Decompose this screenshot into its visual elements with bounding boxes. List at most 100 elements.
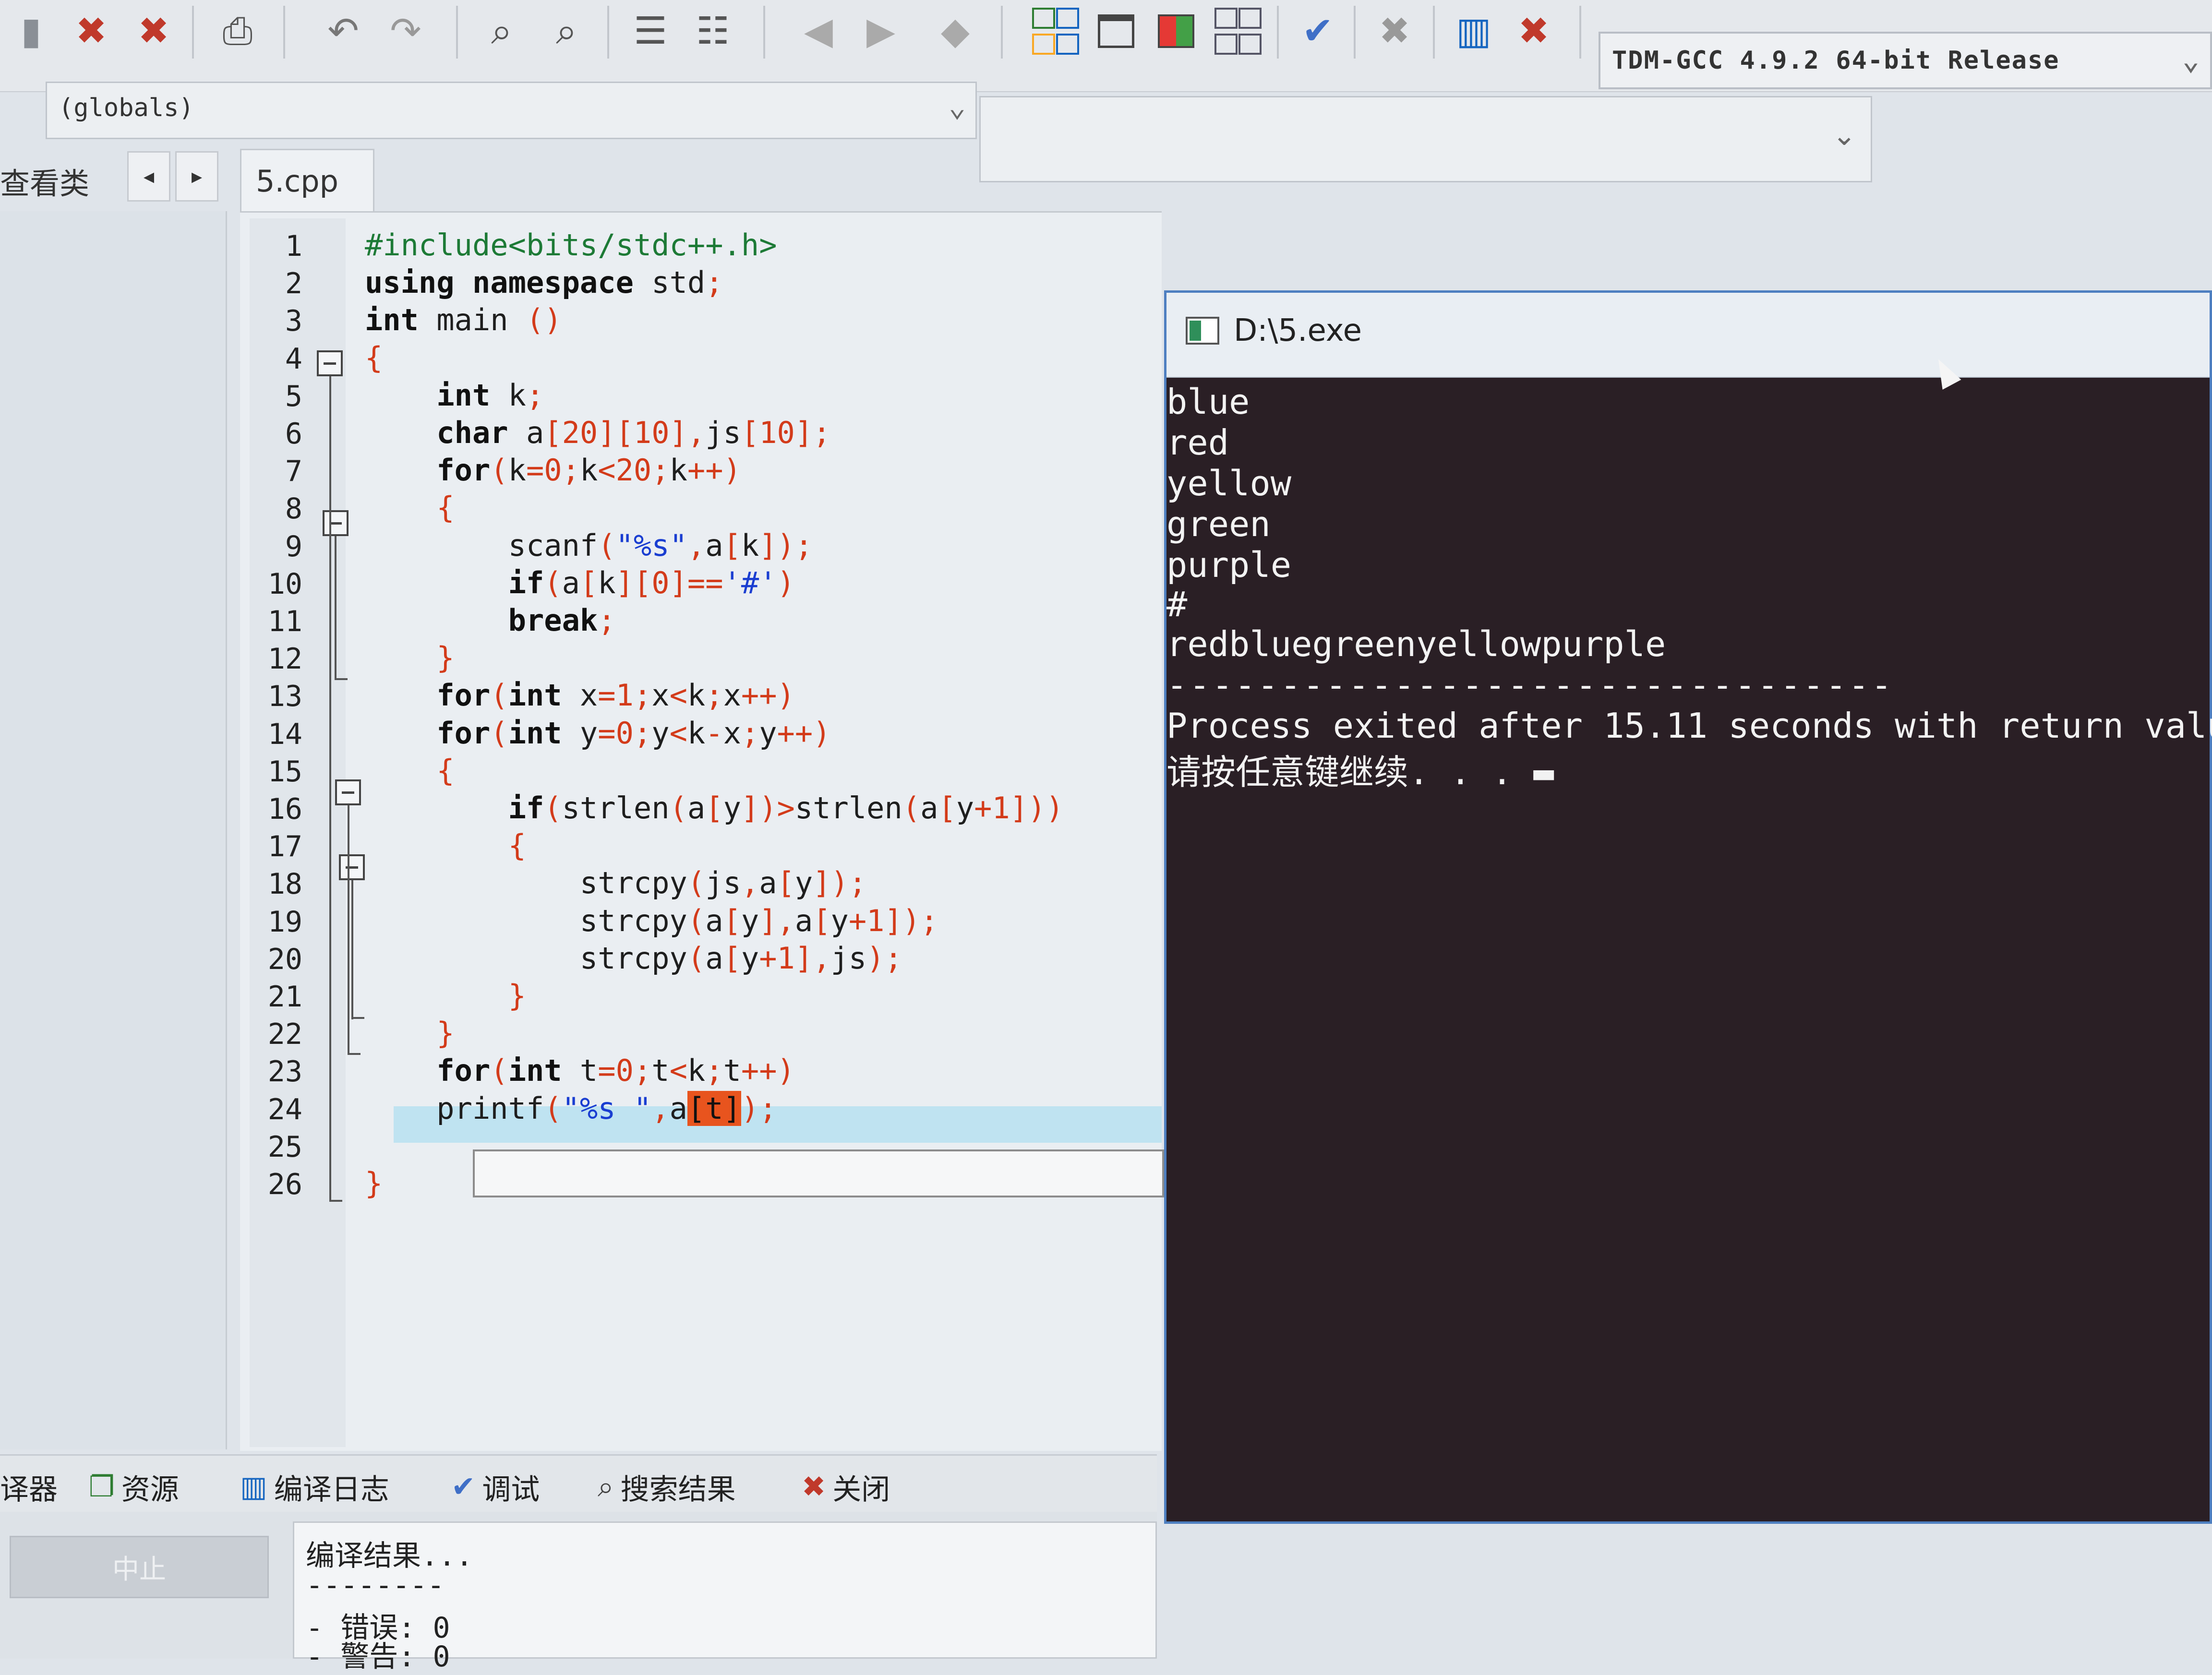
bottom-tab-label: 搜索结果: [620, 1472, 736, 1507]
console-line: green: [1166, 504, 1271, 544]
tab-compile-log[interactable]: ▥ 编译日志: [240, 1465, 389, 1508]
fold-guide-end: [353, 1017, 364, 1019]
fold-guide: [329, 376, 331, 1202]
fold-toggle-line-8[interactable]: [323, 510, 349, 536]
compile-log: 编译结果... -------- - 错误: 0 - 警告: 0: [293, 1521, 1157, 1674]
chart-icon[interactable]: ▥: [1447, 5, 1500, 58]
line-number: 16: [267, 792, 302, 826]
undo-icon[interactable]: ↶: [317, 5, 370, 58]
goto-forward-icon[interactable]: ▶: [854, 5, 907, 58]
fold-guide-end: [331, 1200, 342, 1202]
close-all-icon[interactable]: ✖: [127, 5, 180, 58]
unindent-icon[interactable]: ☷: [686, 5, 739, 58]
new-icon[interactable]: ▮: [5, 5, 58, 58]
bottom-tab-label: 资源: [121, 1472, 179, 1507]
log-line: 编译结果...: [306, 1539, 473, 1573]
log-line: --------: [306, 1568, 445, 1602]
console-output[interactable]: blue red yellow green purple # redbluegreenyel…: [1166, 377, 2212, 1524]
stop-button-label: 中止: [112, 1554, 166, 1585]
compile-log-icon: ▥: [240, 1470, 267, 1504]
class-browser-label: 查看类: [0, 166, 90, 201]
toolbar-separator: [1277, 6, 1279, 59]
replace-icon[interactable]: ⌕: [540, 5, 593, 58]
redo-icon[interactable]: ↷: [379, 5, 432, 58]
bottom-tab-bar: 译器 ❐ 资源 ▥ 编译日志 ✔ 调试 ⌕ 搜索结果 ✖ 关闭: [0, 1454, 1157, 1513]
window-icon[interactable]: [1090, 5, 1142, 58]
bottom-tab-label: 译器: [0, 1472, 58, 1507]
console-line: redbluegreenyellowpurple: [1166, 624, 1666, 664]
compiler-select-value: TDM-GCC 4.9.2 64-bit Release: [1612, 46, 2060, 75]
class-browser-tab[interactable]: 查看类: [0, 154, 106, 212]
fold-guide: [335, 536, 337, 680]
delete-project-icon[interactable]: ✖: [1507, 5, 1560, 58]
tab-scroll-left-button[interactable]: ◂: [127, 151, 170, 202]
line-number: 2: [285, 267, 302, 301]
bottom-tab-label: 调试: [482, 1472, 540, 1507]
close-icon: ✖: [802, 1470, 826, 1504]
toolbar-separator: [456, 6, 458, 59]
tab-resources[interactable]: ❐ 资源: [89, 1465, 179, 1508]
line-number: 8: [285, 492, 302, 526]
tab-search-results[interactable]: ⌕ 搜索结果: [598, 1465, 736, 1508]
fold-toggle-line-4[interactable]: [317, 350, 343, 376]
line-number: 22: [267, 1017, 302, 1052]
code-line[interactable]: #include<bits/stdc++.h>: [365, 227, 1517, 266]
line-number: 7: [285, 455, 302, 489]
tab-debug[interactable]: ✔ 调试: [451, 1465, 540, 1508]
line-number: 5: [285, 379, 302, 413]
tab-5-cpp[interactable]: 5.cpp: [240, 149, 374, 211]
line-number: 19: [267, 905, 302, 939]
new-project-icon[interactable]: [1027, 5, 1080, 58]
search-results-icon: ⌕: [598, 1470, 614, 1504]
console-line: 请按任意键继续. . . ▬: [1166, 752, 1554, 792]
toolbar-separator: [192, 6, 194, 59]
console-title-bar[interactable]: D:\5.exe: [1166, 293, 2210, 378]
line-number: 4: [285, 342, 302, 376]
close-file-icon[interactable]: ✖: [65, 5, 118, 58]
fold-guide: [351, 880, 353, 1019]
chevron-right-icon: ▸: [191, 164, 203, 189]
line-number: 18: [267, 867, 302, 901]
stop-button[interactable]: 中止: [10, 1536, 269, 1598]
toolbar-separator: [283, 6, 285, 59]
console-window[interactable]: D:\5.exe blue red yellow green purple # redblu…: [1164, 290, 2212, 1524]
indent-icon[interactable]: ☰: [624, 5, 677, 58]
toolbar-separator: [1579, 6, 1581, 59]
chevron-left-icon: ◂: [143, 164, 155, 189]
signature-tooltip: public int __cdecl printf (const char *: [473, 1149, 1164, 1197]
fold-toggle-line-17[interactable]: [339, 854, 365, 880]
grid-icon[interactable]: [1210, 5, 1262, 58]
stop-icon[interactable]: ✖: [1368, 5, 1421, 58]
line-number: 13: [267, 680, 302, 714]
console-app-icon: [1186, 317, 1219, 345]
tab-compiler[interactable]: 译器: [0, 1465, 58, 1508]
line-number: 26: [267, 1168, 302, 1201]
symbol-select[interactable]: ⌄: [979, 96, 1872, 182]
scope-select[interactable]: (globals) ⌄: [46, 82, 977, 139]
tab-close[interactable]: ✖ 关闭: [802, 1465, 890, 1508]
line-number: 23: [267, 1055, 302, 1089]
fold-guide: [348, 805, 349, 1055]
resources-icon: ❐: [89, 1470, 115, 1504]
toolbar-separator: [1433, 6, 1435, 59]
line-number: 10: [267, 567, 302, 601]
log-line: - 警告: 0: [306, 1640, 450, 1674]
fold-guide-end: [336, 678, 348, 680]
layout-icon[interactable]: [1150, 5, 1202, 58]
print-icon[interactable]: ⎙: [211, 5, 264, 58]
bookmark-icon[interactable]: ◆: [929, 5, 982, 58]
signature-tooltip-text: public int __cdecl printf (const char *: [520, 1193, 1162, 1196]
fold-toggle-line-15[interactable]: [335, 779, 361, 805]
find-icon[interactable]: ⌕: [475, 5, 528, 58]
tab-scroll-right-button[interactable]: ▸: [175, 151, 218, 202]
line-number: 1: [285, 229, 302, 263]
goto-back-icon[interactable]: ◀: [792, 5, 845, 58]
toolbar-separator: [1354, 6, 1356, 59]
line-number: 17: [267, 830, 302, 864]
check-syntax-icon[interactable]: ✔: [1291, 5, 1344, 58]
console-line: blue: [1166, 382, 1250, 422]
line-number: 6: [285, 417, 302, 451]
debug-icon: ✔: [451, 1470, 476, 1504]
line-number: 24: [267, 1092, 302, 1126]
compiler-select[interactable]: TDM-GCC 4.9.2 64-bit Release ⌄: [1599, 32, 2212, 89]
